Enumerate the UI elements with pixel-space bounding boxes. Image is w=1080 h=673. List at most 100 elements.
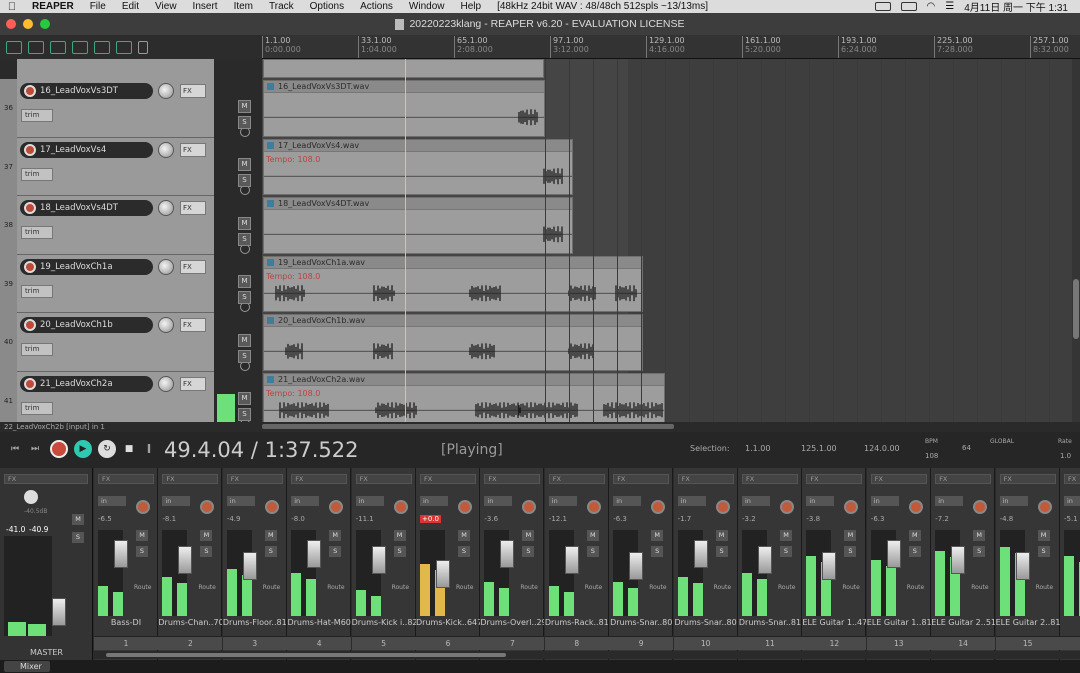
- stop-button[interactable]: ■: [120, 440, 138, 458]
- record-button[interactable]: [50, 440, 68, 458]
- master-fader[interactable]: [52, 598, 66, 626]
- selection-start[interactable]: 1.1.00: [745, 444, 770, 453]
- pan-knob[interactable]: [844, 500, 859, 514]
- trim-button[interactable]: trim: [21, 401, 53, 415]
- track-name[interactable]: 16_LeadVoxVs3DT: [20, 83, 153, 99]
- track-header[interactable]: 21_LeadVoxCh2a FX trim: [17, 371, 214, 422]
- media-item[interactable]: 17_LeadVoxVs4.wav Tempo: 108.0: [263, 138, 573, 195]
- fx-slot[interactable]: FX: [1064, 474, 1080, 484]
- time-signature[interactable]: 64: [962, 444, 971, 452]
- menu-track[interactable]: Track: [261, 1, 302, 12]
- input-button[interactable]: in: [1064, 496, 1080, 506]
- media-item[interactable]: 16_LeadVoxVs3DT.wav: [263, 80, 545, 137]
- solo-button[interactable]: S: [238, 232, 251, 246]
- fx-slot[interactable]: FX: [870, 474, 927, 484]
- volume-fader[interactable]: [822, 552, 837, 580]
- volume-knob[interactable]: [158, 200, 174, 216]
- fx-slot[interactable]: FX: [484, 474, 541, 484]
- selection-length[interactable]: 124.0.00: [864, 444, 900, 453]
- horizontal-scrollbar[interactable]: 22_LeadVoxCh2b [input] in 1: [0, 422, 1080, 432]
- lock-icon[interactable]: [138, 40, 148, 54]
- solo-button[interactable]: S: [329, 546, 342, 557]
- volume-fader[interactable]: [500, 540, 515, 568]
- mute-button[interactable]: M: [458, 530, 470, 541]
- fx-slot[interactable]: FX: [999, 474, 1056, 484]
- menu-help[interactable]: Help: [453, 1, 490, 12]
- volume-knob[interactable]: [158, 83, 174, 99]
- route-button[interactable]: Route: [392, 584, 409, 591]
- volume-fader[interactable]: [1015, 552, 1030, 580]
- route-button[interactable]: Route: [456, 584, 473, 591]
- input-button[interactable]: in: [935, 496, 964, 506]
- trim-button[interactable]: trim: [21, 167, 53, 181]
- input-button[interactable]: in: [98, 496, 126, 506]
- route-button[interactable]: Route: [778, 584, 795, 591]
- apple-icon[interactable]: : [0, 1, 24, 13]
- record-arm-button[interactable]: [24, 143, 36, 156]
- pan-knob[interactable]: [200, 500, 215, 514]
- volume-fader[interactable]: [307, 540, 322, 568]
- track-header[interactable]: 20_LeadVoxCh1b FX trim: [17, 313, 214, 372]
- volume-fader[interactable]: [178, 546, 193, 574]
- mute-button[interactable]: M: [200, 530, 213, 541]
- menu-app[interactable]: REAPER: [24, 1, 82, 12]
- input-button[interactable]: in: [613, 496, 642, 506]
- route-button[interactable]: Route: [263, 584, 280, 591]
- volume-fader[interactable]: [436, 560, 450, 588]
- trim-button[interactable]: trim: [21, 284, 53, 298]
- mute-button[interactable]: M: [393, 530, 406, 541]
- pan-knob[interactable]: [1037, 500, 1052, 514]
- menu-view[interactable]: View: [147, 1, 185, 12]
- menu-window[interactable]: Window: [401, 1, 453, 12]
- master-solo-button[interactable]: S: [72, 532, 84, 543]
- clock[interactable]: 4月11日 周一 下午 1:31: [964, 0, 1068, 14]
- mute-button[interactable]: M: [651, 530, 664, 541]
- menu-file[interactable]: File: [82, 1, 114, 12]
- ripple-icon[interactable]: [94, 40, 110, 54]
- solo-button[interactable]: S: [136, 546, 148, 557]
- record-arm-button[interactable]: [24, 202, 36, 214]
- route-button[interactable]: Route: [842, 584, 859, 591]
- flag-icon[interactable]: [874, 2, 891, 11]
- menu-options[interactable]: Options: [302, 1, 352, 12]
- zoom-window-button[interactable]: [40, 19, 50, 29]
- mute-button[interactable]: M: [586, 530, 599, 541]
- media-item[interactable]: 21_LeadVoxCh2a.wav Tempo: 108.0: [263, 372, 665, 422]
- fx-button[interactable]: FX: [180, 142, 206, 157]
- mute-button[interactable]: M: [715, 530, 728, 541]
- input-button[interactable]: in: [677, 496, 706, 506]
- media-item[interactable]: 18_LeadVoxVs4DT.wav: [263, 197, 573, 254]
- grid-icon[interactable]: [50, 40, 66, 54]
- control-center-icon[interactable]: ☰: [945, 1, 954, 12]
- master-pan-knob[interactable]: [24, 490, 38, 504]
- route-button[interactable]: Route: [714, 584, 731, 591]
- mute-button[interactable]: M: [973, 530, 986, 541]
- input-button[interactable]: in: [162, 496, 191, 506]
- solo-button[interactable]: S: [238, 349, 251, 363]
- solo-button[interactable]: S: [651, 546, 664, 557]
- track-header[interactable]: 19_LeadVoxCh1a FX trim: [17, 254, 214, 313]
- mute-button[interactable]: M: [329, 530, 342, 541]
- battery-icon[interactable]: [900, 2, 917, 11]
- solo-button[interactable]: S: [238, 291, 251, 304]
- master-fx-slot[interactable]: FX: [4, 474, 88, 484]
- pan-knob[interactable]: [586, 500, 601, 514]
- solo-button[interactable]: S: [908, 546, 921, 557]
- volume-knob[interactable]: [158, 141, 174, 158]
- solo-button[interactable]: S: [238, 115, 251, 129]
- route-button[interactable]: Route: [198, 584, 215, 591]
- route-button[interactable]: Route: [134, 584, 151, 591]
- loop-icon[interactable]: [28, 40, 44, 54]
- master-mute-button[interactable]: M: [72, 514, 84, 525]
- pause-button[interactable]: ‖: [140, 440, 158, 458]
- track-name[interactable]: 19_LeadVoxCh1a: [20, 258, 153, 275]
- volume-knob[interactable]: [158, 258, 174, 275]
- arrange-view[interactable]: 16_LeadVoxVs3DT.wav 17_LeadVoxVs4.wav Temp…: [262, 59, 1080, 422]
- fx-slot[interactable]: FX: [613, 474, 670, 484]
- solo-button[interactable]: S: [1037, 546, 1050, 557]
- input-button[interactable]: in: [226, 496, 255, 506]
- trim-button[interactable]: trim: [21, 343, 53, 356]
- pan-knob[interactable]: [973, 500, 988, 514]
- metronome-icon[interactable]: [6, 40, 22, 54]
- solo-button[interactable]: S: [844, 546, 857, 557]
